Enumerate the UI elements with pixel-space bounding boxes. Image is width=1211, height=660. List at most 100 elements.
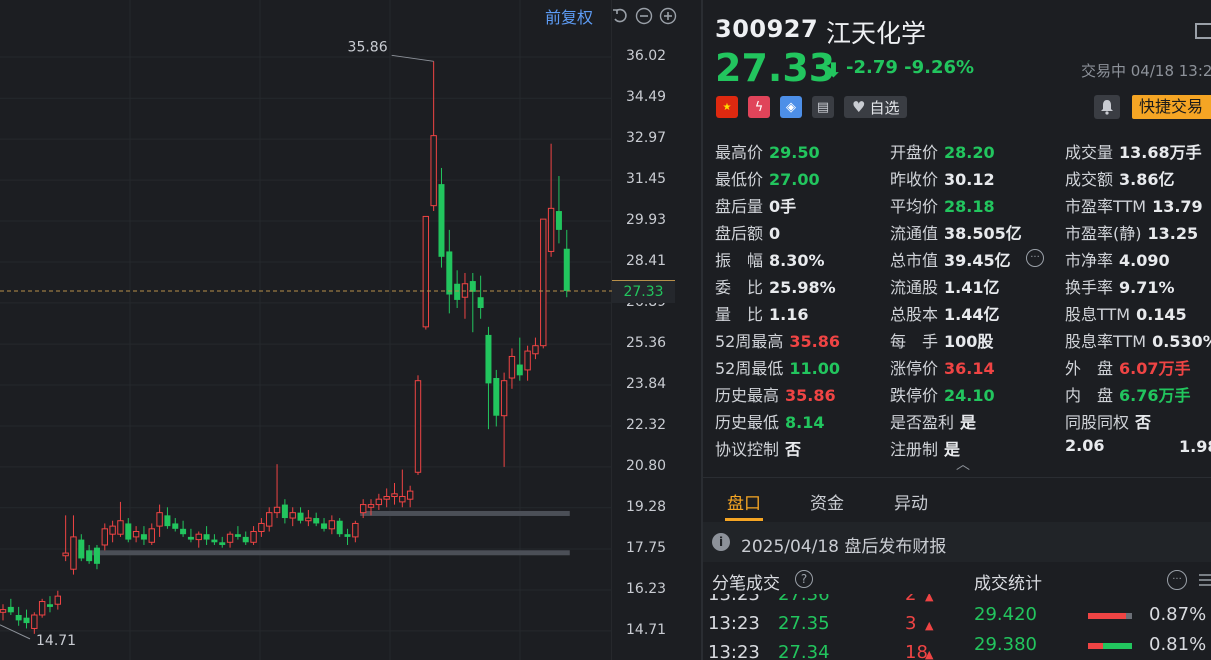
stat-label: 成交额: [1065, 170, 1114, 189]
stat-label: 量 比: [715, 305, 764, 324]
alert-bell-icon[interactable]: [1094, 95, 1120, 119]
stat-label: 市盈率(静): [1065, 224, 1142, 243]
y-tick-label: 25.36: [626, 335, 667, 352]
stat-label: 注册制: [890, 440, 939, 459]
buy-sell-bar: [1088, 643, 1132, 649]
stat-extra-value: 1.98: [1179, 437, 1211, 456]
stat-value: 35.86: [789, 332, 840, 351]
stat-value: 38.505亿: [944, 224, 1022, 243]
ticks-title: 分笔成交: [712, 574, 780, 594]
stat-value: 6.76万手: [1119, 386, 1191, 405]
candle-body-up: [524, 350, 531, 371]
lightning-icon[interactable]: ϟ: [748, 96, 770, 118]
stat-label: 振 幅: [715, 251, 764, 270]
tab-yidong[interactable]: 异动: [894, 489, 928, 514]
collapse-chevron-icon[interactable]: ︿: [956, 454, 970, 474]
deal-stat-row[interactable]: 29.420 0.87%: [703, 604, 1211, 630]
deal-stats-list[interactable]: 29.420 0.87% 29.380 0.81%: [703, 600, 1211, 660]
candle-body-down: [281, 504, 288, 519]
stock-code: 300927: [715, 15, 819, 43]
tab-pankou[interactable]: 盘口: [727, 489, 761, 514]
stat-label: 最低价: [715, 170, 764, 189]
candle-body-down: [344, 534, 351, 537]
candle-body-up: [352, 522, 359, 538]
more-options-icon[interactable]: ···: [1167, 570, 1187, 590]
y-tick-label: 36.02: [626, 48, 667, 64]
stat-value: 否: [785, 440, 802, 459]
current-price-tag: 27.33: [612, 280, 675, 304]
stat-item: 昨收价 30.12: [890, 166, 995, 190]
candle-body-down: [469, 281, 476, 292]
candle-body-down: [485, 334, 492, 384]
kline-chart-pane[interactable]: 35.86 14.71 36.02 34.49 32.97 31.45 29.93 28.4…: [0, 0, 701, 660]
y-tick-label: 17.75: [626, 540, 667, 556]
more-icon[interactable]: ···: [1026, 249, 1044, 267]
deal-price: 29.380: [974, 634, 1037, 655]
candle-body-up: [289, 512, 296, 519]
help-icon[interactable]: ?: [795, 570, 813, 588]
stat-value: 2.06: [1065, 436, 1105, 455]
y-tick-label: 16.23: [626, 580, 667, 597]
stat-item: 跌停价 24.10: [890, 382, 995, 406]
stat-item: 股息率TTM 0.530%: [1065, 328, 1211, 352]
change-percent: -9.26%: [904, 57, 975, 78]
stat-value: 8.30%: [769, 251, 825, 270]
info-icon: i: [712, 533, 730, 551]
candle-body-down: [242, 536, 249, 543]
stat-label: 成交量: [1065, 143, 1114, 162]
earnings-notice[interactable]: i 2025/04/18 盘后发布财报: [703, 522, 1211, 562]
candle-body-up: [258, 522, 265, 533]
stat-value: 0.530%: [1152, 332, 1211, 351]
candle-body-down: [125, 523, 132, 540]
candle-body-up: [148, 528, 155, 543]
support-line: [86, 550, 570, 556]
candle-body-down: [203, 534, 210, 540]
tab-zijin[interactable]: 资金: [810, 489, 844, 514]
stat-value: 27.00: [769, 170, 820, 189]
zoom-out-icon[interactable]: [635, 7, 653, 25]
stat-value: 35.86: [785, 386, 836, 405]
stat-item: 开盘价 28.20: [890, 139, 995, 163]
stat-label: 52周最高: [715, 332, 784, 351]
stat-label: 同股同权: [1065, 413, 1130, 432]
adjust-mode-button[interactable]: 前复权: [545, 4, 593, 28]
y-tick-label: 29.93: [626, 212, 667, 228]
china-flag-icon: ★: [716, 96, 738, 118]
stat-label: 是否盈利: [890, 413, 955, 432]
document-icon[interactable]: ▤: [812, 96, 834, 118]
stat-item: 协议控制否: [715, 436, 801, 460]
kline-chart[interactable]: 35.86 14.71: [0, 0, 612, 660]
candle-body-down: [446, 251, 453, 295]
deal-stat-row[interactable]: 29.380 0.81%: [703, 634, 1211, 660]
candle-body-down: [219, 542, 226, 545]
candle-body-up: [547, 207, 555, 252]
candle-body-up: [273, 506, 281, 514]
stat-value: 1.44亿: [944, 305, 1000, 324]
deal-stats-title: 成交统计: [974, 574, 1042, 594]
favorite-label: 自选: [869, 98, 900, 117]
quick-trade-button[interactable]: 快捷交易: [1132, 95, 1211, 119]
panel-layout-icon[interactable]: [1195, 23, 1211, 39]
stat-label: 换手率: [1065, 278, 1114, 297]
y-tick-label: 14.71: [626, 621, 667, 638]
add-favorite-button[interactable]: ♥ 自选: [844, 96, 908, 118]
zoom-in-icon[interactable]: [659, 7, 677, 25]
quote-panel: 300927 江天化学 27.33 ⬇ -2.79 -9.26% 交易中 04/…: [703, 0, 1211, 660]
stat-item: 流通股 1.41亿: [890, 274, 1000, 298]
list-view-icon[interactable]: [1199, 572, 1211, 586]
stat-item: 52周最低 11.00: [715, 355, 840, 379]
y-tick-label: 20.80: [626, 457, 667, 474]
candle-body-up: [391, 493, 398, 497]
candle-body-up: [31, 614, 38, 629]
reset-icon[interactable]: [611, 7, 629, 25]
y-tick-label: 31.45: [626, 171, 667, 188]
stat-value: 25.98%: [769, 278, 836, 297]
stat-item: 股息TTM 0.145: [1065, 301, 1187, 325]
stat-item: 最低价 27.00: [715, 166, 820, 190]
stat-item: 涨停价 36.14: [890, 355, 995, 379]
stat-label: 每 手: [890, 332, 939, 351]
tag-icon[interactable]: ◈: [780, 96, 802, 118]
candle-body-down: [313, 518, 320, 524]
deal-price: 29.420: [974, 604, 1037, 625]
candle-body-up: [70, 536, 77, 570]
